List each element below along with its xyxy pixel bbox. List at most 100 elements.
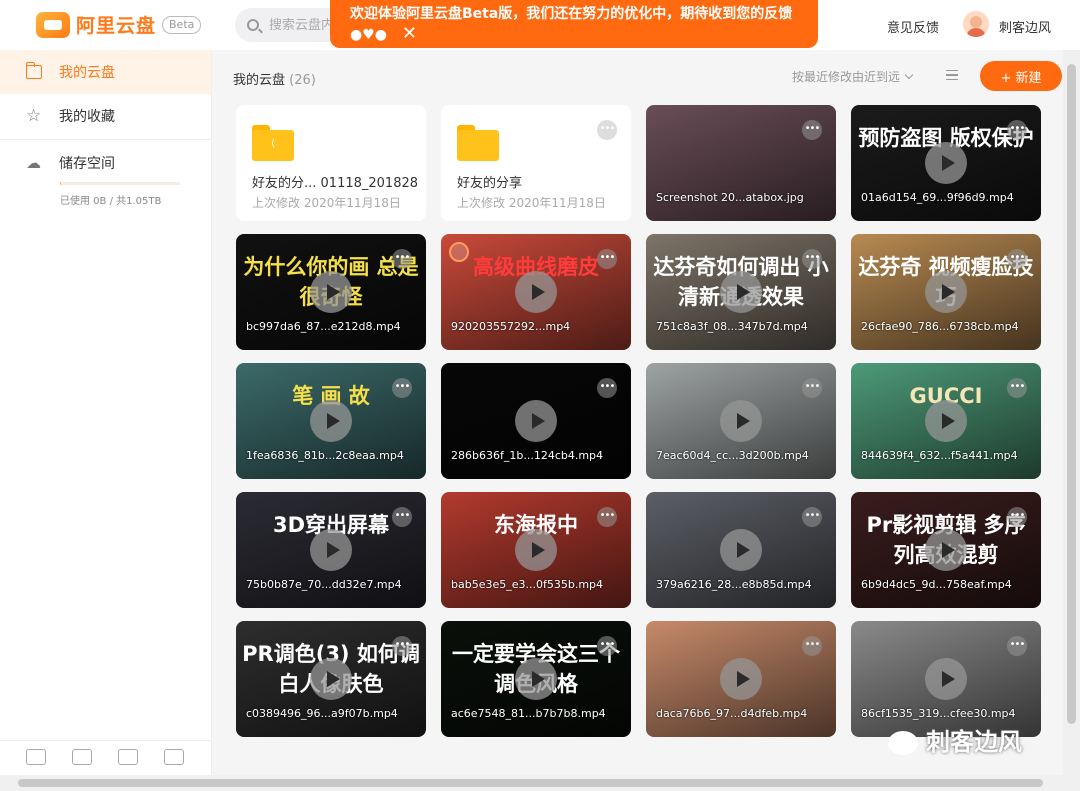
more-options-icon[interactable]: ••• <box>802 507 822 527</box>
more-options-icon[interactable]: ••• <box>1007 636 1027 656</box>
file-name: 75b0b87e_70...dd32e7.mp4 <box>246 578 402 591</box>
windows-icon[interactable] <box>118 749 138 765</box>
play-icon[interactable] <box>515 658 557 700</box>
chevron-down-icon <box>904 70 914 80</box>
folder-icon <box>25 62 42 79</box>
username[interactable]: 刺客边风 <box>999 17 1051 36</box>
file-card[interactable]: 3D穿出屏幕 ••• 75b0b87e_70...dd32e7.mp4 <box>236 492 426 608</box>
storage-usage-text: 已使用 0B / 共1.05TB <box>60 196 162 207</box>
more-options-icon[interactable]: ••• <box>392 249 412 269</box>
aliyun-drive-logo-icon <box>36 11 70 38</box>
star-icon: ☆ <box>26 106 42 126</box>
file-card[interactable]: PR调色(3) 如何调白人像肤色•••c0389496_96...a9f07b.… <box>236 621 426 737</box>
play-icon[interactable] <box>310 529 352 571</box>
play-icon[interactable] <box>925 400 967 442</box>
new-button[interactable]: + 新建 <box>980 61 1062 91</box>
beta-badge: Beta <box>162 15 202 34</box>
play-icon[interactable] <box>720 400 762 442</box>
page-title: 我的云盘 <box>233 73 286 88</box>
folder-date: 上次修改 2020年11月18日 <box>457 196 606 210</box>
file-card[interactable]: ••• Screenshot 20...atabox.jpg <box>646 105 836 221</box>
file-card[interactable]: 一定要学会这三个调色风格•••ac6e7548_81...b7b7b8.mp4 <box>441 621 631 737</box>
logo[interactable]: 阿里云盘 Beta <box>36 11 202 38</box>
more-options-icon[interactable]: ••• <box>802 636 822 656</box>
watermark-text: 刺客边风 <box>926 728 1022 756</box>
more-options-icon[interactable]: ••• <box>392 507 412 527</box>
more-options-icon[interactable]: ••• <box>597 249 617 269</box>
more-options-icon[interactable]: ••• <box>392 378 412 398</box>
file-card[interactable]: ••• 86cf1535_319...cfee30.mp4 <box>851 621 1041 737</box>
play-icon[interactable] <box>515 271 557 313</box>
play-icon[interactable] <box>310 658 352 700</box>
sidebar-item-storage[interactable]: ☁ 储存空间 <box>0 141 211 185</box>
play-icon[interactable] <box>925 271 967 313</box>
more-options-icon[interactable]: ••• <box>1007 507 1027 527</box>
file-name: 7eac60d4_cc...3d200b.mp4 <box>656 449 809 462</box>
logo-text: 阿里云盘 <box>76 15 157 37</box>
play-icon[interactable] <box>925 142 967 184</box>
play-icon[interactable] <box>925 658 967 700</box>
breadcrumb: 我的云盘 (26) <box>233 69 316 88</box>
sort-dropdown[interactable]: 按最近修改由近到远 <box>792 68 914 85</box>
file-card[interactable]: 达芬奇 视频瘦脸技巧•••26cfae90_786...6738cb.mp4 <box>851 234 1041 350</box>
more-options-icon[interactable]: ••• <box>597 378 617 398</box>
more-options-icon[interactable]: ••• <box>392 636 412 656</box>
file-card[interactable]: 预防盗图 版权保护 ••• 01a6d154_69...9f96d9.mp4 <box>851 105 1041 221</box>
file-card[interactable]: 笔 画 故 ••• 1fea6836_81b...2c8eaa.mp4 <box>236 363 426 479</box>
play-icon[interactable] <box>720 658 762 700</box>
sidebar-item-label: 储存空间 <box>59 156 115 172</box>
file-name: 286b636f_1b...124cb4.mp4 <box>451 449 604 462</box>
sidebar-item-favorites[interactable]: ☆ 我的收藏 <box>0 94 211 138</box>
more-options-icon[interactable]: ••• <box>597 120 617 140</box>
file-name: Screenshot 20...atabox.jpg <box>656 191 804 204</box>
play-icon[interactable] <box>310 271 352 313</box>
search-box[interactable] <box>235 8 345 42</box>
more-options-icon[interactable]: ••• <box>1007 249 1027 269</box>
file-card[interactable]: 达芬奇如何调出 小清新通透效果 ••• 751c8a3f_08...347b7d.m… <box>646 234 836 350</box>
more-options-icon[interactable]: ••• <box>597 507 617 527</box>
play-icon[interactable] <box>720 529 762 571</box>
close-icon[interactable]: ✕ <box>402 24 417 43</box>
file-card[interactable]: 为什么你的画 总是很奇怪•••bc997da6_87...e212d8.mp4 <box>236 234 426 350</box>
file-name: bc997da6_87...e212d8.mp4 <box>246 320 401 333</box>
folder-card[interactable]: ••• 好友的分享 上次修改 2020年11月18日 <box>441 105 631 221</box>
select-checkbox[interactable] <box>449 242 469 262</box>
list-view-icon[interactable] <box>946 70 958 80</box>
file-card[interactable]: 东海报中 ••• bab5e3e5_e3...0f535b.mp4 <box>441 492 631 608</box>
file-card[interactable]: ••• 379a6216_28...e8b85d.mp4 <box>646 492 836 608</box>
folder-icon <box>457 125 499 161</box>
play-icon[interactable] <box>515 400 557 442</box>
scrollbar-thumb[interactable] <box>1067 64 1076 724</box>
play-icon[interactable] <box>515 529 557 571</box>
folder-card[interactable]: ⟨ 好友的分... 01118_201828 上次修改 2020年11月18日 <box>236 105 426 221</box>
sidebar-item-my-drive[interactable]: 我的云盘 <box>0 50 211 94</box>
file-name: 1fea6836_81b...2c8eaa.mp4 <box>246 449 404 462</box>
more-options-icon[interactable]: ••• <box>1007 378 1027 398</box>
avatar[interactable] <box>963 11 989 37</box>
more-options-icon[interactable]: ••• <box>802 249 822 269</box>
horizontal-scrollbar[interactable] <box>0 775 1080 791</box>
file-card[interactable]: ••• 7eac60d4_cc...3d200b.mp4 <box>646 363 836 479</box>
play-icon[interactable] <box>925 529 967 571</box>
play-icon[interactable] <box>310 400 352 442</box>
file-card[interactable]: Pr影视剪辑 多序列高效混剪•••6b9d4dc5_9d...758eaf.mp… <box>851 492 1041 608</box>
more-options-icon[interactable]: ••• <box>597 636 617 656</box>
file-name: 379a6216_28...e8b85d.mp4 <box>656 578 812 591</box>
android-icon[interactable] <box>72 749 92 765</box>
feedback-link[interactable]: 意见反馈 <box>887 17 939 36</box>
file-name: ac6e7548_81...b7b7b8.mp4 <box>451 707 606 720</box>
search-input[interactable] <box>269 17 339 33</box>
file-card[interactable]: ••• daca76b6_97...d4dfeb.mp4 <box>646 621 836 737</box>
more-options-icon[interactable]: ••• <box>1007 120 1027 140</box>
play-icon[interactable] <box>720 271 762 313</box>
file-card[interactable]: 高级曲线磨皮 ••• 920203557292...mp4 <box>441 234 631 350</box>
more-options-icon[interactable]: ••• <box>802 120 822 140</box>
apple-icon[interactable] <box>26 749 46 765</box>
file-card[interactable]: ••• 286b636f_1b...124cb4.mp4 <box>441 363 631 479</box>
search-icon <box>247 19 259 31</box>
vertical-scrollbar[interactable] <box>1063 50 1080 775</box>
scrollbar-thumb[interactable] <box>18 779 1043 787</box>
mac-icon[interactable] <box>164 749 184 765</box>
file-card[interactable]: GUCCI ••• 844639f4_632...f5a441.mp4 <box>851 363 1041 479</box>
more-options-icon[interactable]: ••• <box>802 378 822 398</box>
